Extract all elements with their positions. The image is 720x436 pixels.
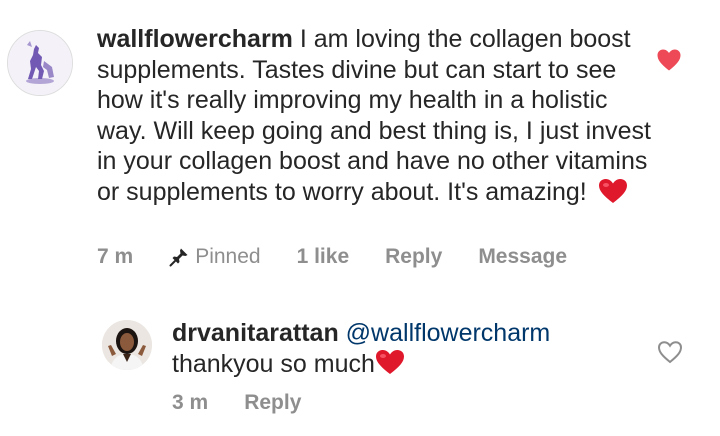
commenter-avatar[interactable] xyxy=(7,30,73,96)
pin-icon xyxy=(169,248,188,267)
comments-panel: wallflowercharm I am loving the collagen… xyxy=(0,0,720,436)
comment-username[interactable]: wallflowercharm xyxy=(97,25,293,53)
replier-avatar[interactable] xyxy=(102,320,152,370)
heart-outline-icon xyxy=(657,341,683,364)
reply-body: drvanitarattan @wallflowercharm thankyou… xyxy=(172,318,642,383)
heart-filled-icon xyxy=(657,49,681,71)
reply-reply-button[interactable]: Reply xyxy=(244,391,301,415)
reply-mention-link[interactable]: @wallflowercharm xyxy=(346,319,551,347)
red-heart-emoji xyxy=(375,349,405,383)
reply-like-button[interactable] xyxy=(657,340,683,364)
pinned-label: Pinned xyxy=(195,245,261,268)
like-count[interactable]: 1 like xyxy=(297,245,350,269)
comment-time: 7 m xyxy=(97,245,134,268)
comment-meta-row: 7 m Pinned 1 like Reply Message xyxy=(97,245,603,269)
red-heart-emoji xyxy=(598,178,628,212)
comment-like-button[interactable] xyxy=(656,48,682,72)
comment-body: wallflowercharm I am loving the collagen… xyxy=(97,24,657,212)
comment-reply-button[interactable]: Reply xyxy=(385,245,442,269)
reply-username[interactable]: drvanitarattan xyxy=(172,319,339,347)
pinned-indicator: Pinned xyxy=(169,245,261,269)
reply-time: 3 m xyxy=(172,391,209,414)
reply-text: thankyou so much xyxy=(172,350,375,378)
reply-meta-row: 3 m Reply xyxy=(172,391,337,415)
message-button[interactable]: Message xyxy=(478,245,567,269)
